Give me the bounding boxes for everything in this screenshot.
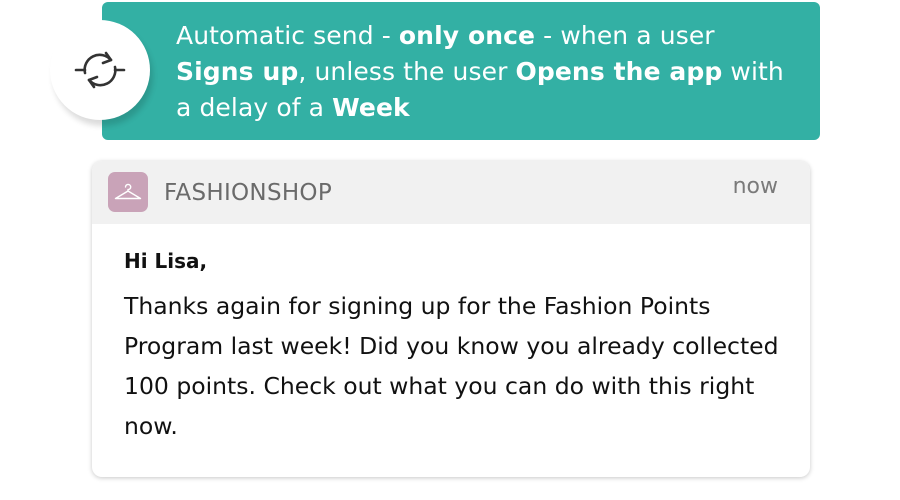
trigger-text-frequency: only once [398,21,536,50]
app-name: FASHIONSHOP [164,180,333,206]
notification-time: now [732,174,778,199]
trigger-text-delay: Week [332,93,410,122]
trigger-text-1: Automatic send - [176,21,399,50]
app-icon [108,172,148,212]
notification-header: FASHIONSHOP now [92,161,810,224]
trigger-description-banner: Automatic send - only once - when a user… [102,2,820,140]
trigger-text-exception: Opens the app [515,57,723,86]
hanger-icon [114,183,142,200]
trigger-text-event: Signs up [176,57,299,86]
push-notification-preview: FASHIONSHOP now Hi Lisa, Thanks again fo… [92,161,810,477]
sync-icon-badge [50,20,150,120]
notification-body: Hi Lisa, Thanks again for signing up for… [92,224,810,446]
notification-message: Thanks again for signing up for the Fash… [124,292,779,440]
sync-arrows-icon [74,51,126,89]
notification-greeting: Hi Lisa, [124,249,208,273]
trigger-text-5: , unless the user [298,57,516,86]
trigger-text-3: - when a user [535,21,715,50]
stage: Automatic send - only once - when a user… [0,0,900,500]
